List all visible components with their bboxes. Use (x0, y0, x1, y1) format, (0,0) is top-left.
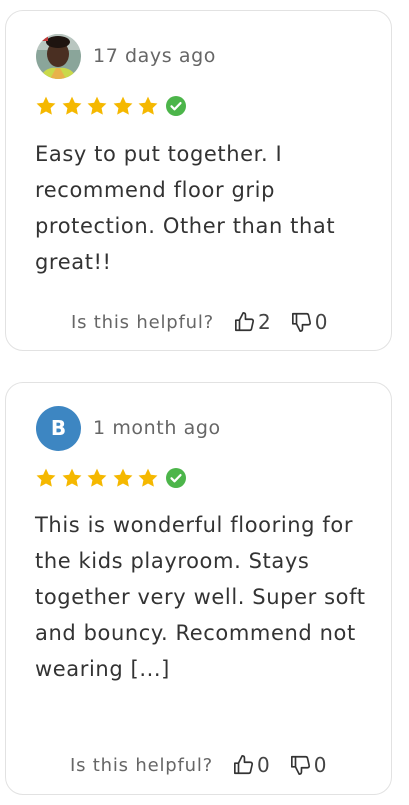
helpful-row: Is this helpful? 0 0 (70, 750, 326, 780)
thumbs-down-count: 0 (313, 753, 327, 777)
star-icon (138, 468, 158, 487)
star-icon (138, 96, 158, 115)
thumbs-down-count: 0 (314, 310, 328, 334)
thumbs-up-icon (233, 755, 254, 775)
verified-check-icon (165, 468, 186, 488)
star-icon (62, 96, 81, 115)
thumbs-up-button[interactable]: 2 (234, 310, 271, 334)
thumbs-down-button[interactable]: 0 (291, 310, 328, 334)
review-header: 17 days ago (36, 33, 216, 79)
review-time: 17 days ago (93, 45, 217, 67)
thumbs-up-count: 2 (257, 310, 271, 334)
helpful-label: Is this helpful? (70, 754, 213, 776)
star-icon (36, 96, 56, 115)
thumbs-down-button[interactable]: 0 (290, 753, 327, 777)
thumbs-up-button[interactable]: 0 (233, 753, 270, 777)
verified-check-icon (165, 96, 186, 116)
star-rating (35, 94, 186, 118)
thumbs-down-icon (291, 312, 311, 332)
star-icon (87, 468, 107, 487)
review-text: Easy to put together. I recommend floor … (35, 142, 336, 274)
star-icon (113, 96, 132, 115)
helpful-label: Is this helpful? (71, 311, 214, 333)
star-icon (62, 468, 81, 487)
thumbs-down-icon (290, 755, 310, 775)
thumbs-up-icon (234, 312, 255, 332)
star-icon (87, 96, 107, 115)
avatar: B (36, 405, 81, 451)
avatar (36, 33, 81, 79)
review-time: 1 month ago (93, 417, 221, 439)
review-text: This is wonderful flooring for the kids … (35, 513, 366, 681)
review-card: 17 days ago Easy to put together. I reco… (5, 10, 392, 351)
star-icon (113, 468, 132, 487)
review-card: B 1 month ago This is wonderful flooring… (5, 382, 392, 795)
thumbs-up-count: 0 (256, 753, 270, 777)
review-header: B 1 month ago (36, 405, 221, 451)
helpful-row: Is this helpful? 2 0 (71, 307, 327, 337)
star-icon (36, 468, 56, 487)
star-rating (35, 466, 186, 490)
